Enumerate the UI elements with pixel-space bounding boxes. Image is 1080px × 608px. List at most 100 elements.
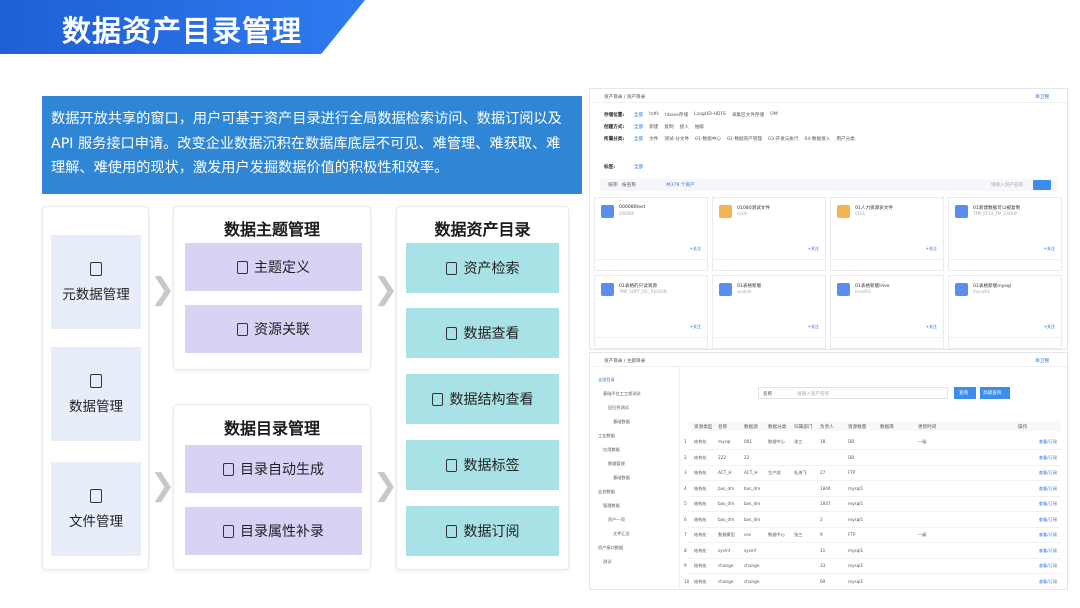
filter-option[interactable]: 全部 <box>634 164 643 170</box>
filter-option[interactable]: 复制 <box>664 124 673 130</box>
tree-item[interactable]: 工业数据 <box>598 433 615 439</box>
asset-card[interactable]: 01新建数据可以被复制 TMP_RT14_TM_GROUP +关注 <box>948 197 1062 271</box>
follow-link[interactable]: +关注 <box>1044 324 1055 330</box>
asset-search-input[interactable]: 请输入资产名称 <box>991 182 1023 188</box>
tree-item[interactable]: 基础数据 <box>613 419 630 425</box>
search-input[interactable]: 请输入资产名称 <box>797 391 829 397</box>
tree-item[interactable]: 数据管理 <box>608 461 625 467</box>
filter-option[interactable]: LzogHD-HDFS <box>694 112 726 117</box>
follow-link[interactable]: +关注 <box>808 324 819 330</box>
follow-link[interactable]: +关注 <box>926 246 937 252</box>
asset-card[interactable]: 000080test 000080 +关注 <box>594 197 708 271</box>
filter-option[interactable]: 全部 <box>634 112 643 118</box>
tree-item[interactable]: 回归性测试 <box>608 405 629 411</box>
table-row[interactable]: 7 结构化 数据模型 ces 数据中心 张三 9 FTP 一级 查看/订阅 <box>684 526 1061 543</box>
row-action-link[interactable]: 查看/订阅 <box>1039 455 1057 461</box>
row-action-link[interactable]: 查看/订阅 <box>1039 548 1057 554</box>
search-box[interactable]: 名称 请输入资产名称 <box>758 387 948 399</box>
asset-card[interactable]: 01表格新版 xzsbdd +关注 <box>712 275 826 349</box>
tree-item[interactable]: 基础平台工工程测试 <box>603 391 641 397</box>
filter-option[interactable]: 全部 <box>634 136 643 142</box>
asset-type-icon <box>955 205 968 218</box>
filter-option[interactable]: 文件 <box>649 136 658 142</box>
filter-option[interactable]: 新建 <box>649 124 658 130</box>
row-action-link[interactable]: 查看/订阅 <box>1039 486 1057 492</box>
data-subscribe-button[interactable]: 数据订阅 <box>406 506 559 556</box>
row-action-link[interactable]: 查看/订阅 <box>1039 579 1057 585</box>
table-row[interactable]: 6 结构化 bas_dm bas_dm 2 mysql1 查看/订阅 <box>684 511 1061 528</box>
row-action-link[interactable]: 查看/订阅 <box>1039 439 1057 445</box>
row-action-link[interactable]: 查看/订阅 <box>1039 517 1057 523</box>
filter-option[interactable]: 用户分类 <box>836 136 854 142</box>
asset-card[interactable]: 01人力资源表文件 0101 +关注 <box>830 197 944 271</box>
file-management-card[interactable]: 文件管理 <box>51 462 141 556</box>
asset-card[interactable]: 01080测试文件 ceshi +关注 <box>712 197 826 271</box>
row-index: 5 <box>684 501 687 506</box>
tree-item[interactable]: 资产一项 <box>608 517 625 523</box>
tree-item[interactable]: 应用数据 <box>603 447 620 453</box>
tree-item[interactable]: 测试 <box>603 559 611 565</box>
table-row[interactable]: 2 结构化 222 22 DB 查看/订阅 <box>684 449 1061 466</box>
asset-card[interactable]: 01表格新版Hive hive001 +关注 <box>830 275 944 349</box>
row-action-link[interactable]: 查看/订阅 <box>1039 470 1057 476</box>
table-cell: bas_dm <box>744 501 761 506</box>
filter-option[interactable]: OM <box>770 112 778 117</box>
data-management-card[interactable]: 数据管理 <box>51 347 141 441</box>
table-row[interactable]: 3 结构化 ACT_H ACT_H 生产部 杜海飞 27 FTP 查看/订阅 <box>684 464 1061 481</box>
asset-search-button[interactable]: 资产检索 <box>406 243 559 293</box>
row-action-link[interactable]: 查看/订阅 <box>1039 501 1057 507</box>
table-row[interactable]: 8 结构化 sysinf sysinf 11 mysql1 查看/订阅 <box>684 542 1061 559</box>
table-row[interactable]: 10 结构化 change change 69 mysql1 查看/订阅 <box>684 573 1061 589</box>
search-button[interactable] <box>1033 180 1051 190</box>
structure-view-button[interactable]: 数据结构查看 <box>406 374 559 424</box>
data-view-button[interactable]: 数据查看 <box>406 308 559 358</box>
filter-option[interactable]: 02-数据资产管理 <box>727 136 762 142</box>
catalog-attr-button[interactable]: 目录属性补录 <box>185 507 362 555</box>
filter-option[interactable]: 测试-分文件 <box>664 136 689 142</box>
filter-option[interactable]: hdfs <box>649 112 659 117</box>
row-action-link[interactable]: 查看/订阅 <box>1039 532 1057 538</box>
topic-definition-button[interactable]: 主题定义 <box>185 243 362 291</box>
follow-link[interactable]: +关注 <box>926 324 937 330</box>
follow-link[interactable]: +关注 <box>690 324 701 330</box>
tree-item[interactable]: 文件汇总 <box>613 531 630 537</box>
data-tag-label: 数据标签 <box>463 458 520 474</box>
follow-link[interactable]: +关注 <box>1044 246 1055 252</box>
user-name[interactable]: 单卫锦 <box>1035 358 1049 364</box>
sort-select[interactable]: 按名称 <box>622 182 636 188</box>
filter-option[interactable]: 采集区文件存储 <box>732 112 764 118</box>
structure-icon <box>431 392 443 406</box>
user-name[interactable]: 单卫锦 <box>1035 94 1049 100</box>
search-select[interactable]: 名称 <box>763 391 772 397</box>
table-row[interactable]: 1 结构化 mysql 001 数据中心 张三 18 DB 一级 查看/订阅 <box>684 433 1061 450</box>
follow-link[interactable]: +关注 <box>690 246 701 252</box>
data-tag-button[interactable]: 数据标签 <box>406 440 559 490</box>
tree-item[interactable]: 业务数据 <box>598 489 615 495</box>
table-row[interactable]: 9 结构化 change change 33 mysql1 查看/订阅 <box>684 557 1061 574</box>
tree-item[interactable]: 基础数据 <box>613 475 630 481</box>
metadata-card[interactable]: 元数据管理 <box>51 235 141 329</box>
query-button[interactable]: 查询 <box>954 387 976 399</box>
topic-definition-label: 主题定义 <box>254 260 310 276</box>
asset-type-icon <box>837 283 850 296</box>
auto-catalog-button[interactable]: 目录自动生成 <box>185 445 362 493</box>
filter-option[interactable]: 04-数据接入 <box>805 136 831 142</box>
filter-option[interactable]: 抽取 <box>695 124 704 130</box>
filter-option[interactable]: 全部 <box>634 124 643 130</box>
table-row[interactable]: 5 结构化 bas_dm bas_dm 1847 mysql1 查看/订阅 <box>684 495 1061 512</box>
resource-link-button[interactable]: 资源关联 <box>185 305 362 353</box>
row-action-link[interactable]: 查看/订阅 <box>1039 563 1057 569</box>
advanced-query-button[interactable]: 高级查询 <box>980 387 1010 399</box>
asset-card[interactable]: 01表格的只读资源 TMP_SOPT_DIC_REGION +关注 <box>594 275 708 349</box>
follow-link[interactable]: +关注 <box>808 246 819 252</box>
asset-name[interactable]: 000080test <box>619 205 645 210</box>
table-row[interactable]: 4 结构化 bas_dm bas_dm 1844 mysql1 查看/订阅 <box>684 480 1061 497</box>
tree-item[interactable]: 全部目录 <box>598 377 615 383</box>
filter-option[interactable]: 03-开发与执行 <box>768 136 798 142</box>
filter-option[interactable]: 01-数据中心 <box>695 136 721 142</box>
tree-item[interactable]: 资产接口数据 <box>598 545 623 551</box>
filter-option[interactable]: 接入 <box>680 124 689 130</box>
asset-card[interactable]: 01表格新版mysql mysql01 +关注 <box>948 275 1062 349</box>
tree-item[interactable]: 管理数据 <box>603 503 620 509</box>
filter-option[interactable]: hbase存储 <box>665 112 688 118</box>
